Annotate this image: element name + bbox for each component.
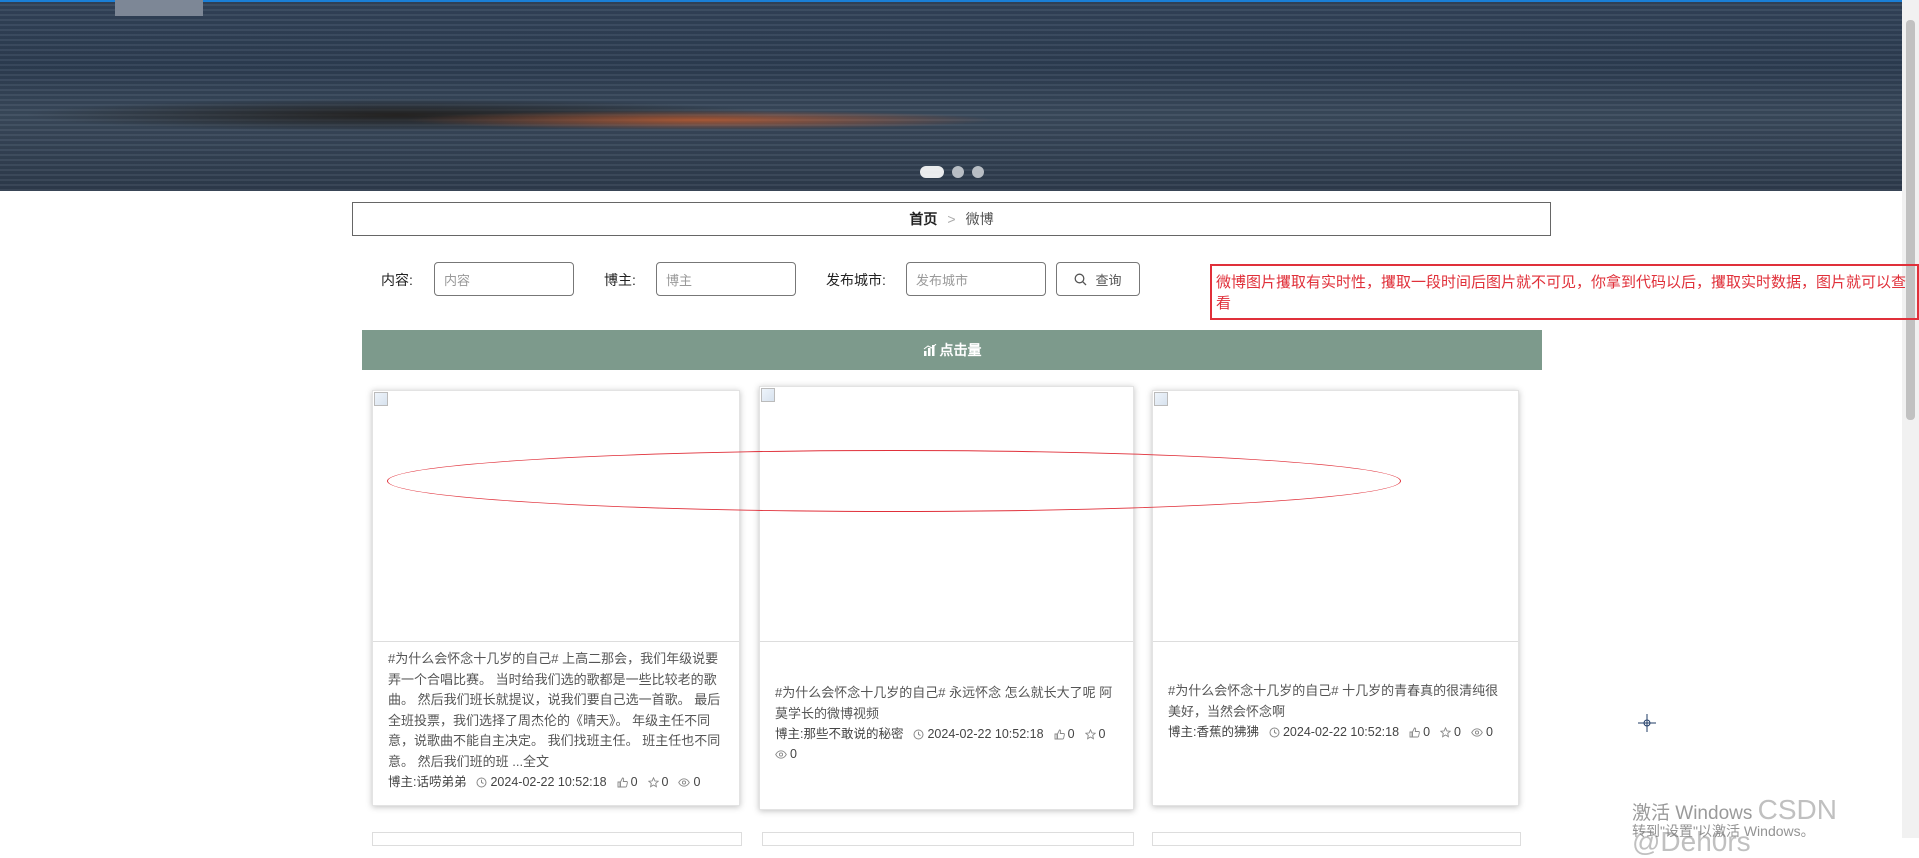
next-row-card[interactable] bbox=[372, 832, 742, 846]
card-time: 2024-02-22 10:52:18 bbox=[490, 775, 607, 789]
weibo-card[interactable]: #为什么会怀念十几岁的自己# 十几岁的青春真的很清纯很美好，当然会怀念啊 博主:… bbox=[1152, 390, 1519, 806]
search-icon bbox=[1075, 273, 1087, 285]
search-button[interactable]: 查询 bbox=[1056, 262, 1140, 296]
carousel-dot-3[interactable] bbox=[972, 166, 984, 178]
star-icon[interactable] bbox=[1084, 728, 1096, 740]
star-icon[interactable] bbox=[1440, 726, 1452, 738]
card-views: 0 bbox=[693, 775, 701, 789]
card-image[interactable] bbox=[1153, 391, 1518, 642]
card-text[interactable]: #为什么会怀念十几岁的自己# 十几岁的青春真的很清纯很美好，当然会怀念啊 bbox=[1168, 681, 1504, 722]
breadcrumb: 首页 > 微博 bbox=[352, 202, 1551, 236]
card-author[interactable]: 博主:香蕉的狒狒 bbox=[1168, 722, 1259, 742]
annotation-note: 微博图片攫取有实时性，攫取一段时间后图片就不可见，你拿到代码以后，攫取实时数据，… bbox=[1210, 264, 1919, 320]
breadcrumb-separator: > bbox=[947, 211, 956, 227]
card-favs: 0 bbox=[1098, 727, 1106, 741]
top-accent-line bbox=[0, 0, 1902, 2]
card-meta: 博主:香蕉的狒狒 2024-02-22 10:52:18 0 0 0 bbox=[1168, 722, 1504, 742]
chart-icon bbox=[923, 344, 936, 356]
card-author[interactable]: 博主:话唠弟弟 bbox=[388, 772, 466, 792]
card-favs: 0 bbox=[1454, 725, 1461, 739]
windows-activation-subtext: 转到"设置"以激活 Windows。 bbox=[1632, 823, 1815, 839]
card-text[interactable]: #为什么会怀念十几岁的自己# 永远怀念 怎么就长大了呢 阿莫学长的微博视频 bbox=[775, 683, 1119, 724]
carousel-indicators bbox=[920, 166, 984, 178]
card-image[interactable] bbox=[760, 387, 1133, 642]
card-views: 0 bbox=[1485, 725, 1493, 739]
clock-icon bbox=[913, 729, 924, 739]
card-image[interactable] bbox=[373, 391, 739, 642]
broken-image-icon bbox=[1154, 392, 1168, 406]
eye-icon bbox=[775, 749, 787, 759]
clock-icon bbox=[1269, 727, 1280, 737]
content-search-input[interactable]: 内容 bbox=[434, 262, 574, 296]
broken-image-icon bbox=[374, 392, 388, 406]
scrollbar-thumb[interactable] bbox=[1906, 20, 1915, 420]
card-body: #为什么会怀念十几岁的自己# 上高二那会，我们年级说要弄一个合唱比赛。 当时给我… bbox=[388, 649, 725, 792]
thumbs-up-icon[interactable] bbox=[617, 777, 628, 788]
card-favs: 0 bbox=[661, 775, 669, 789]
eye-icon bbox=[678, 777, 691, 787]
eye-icon bbox=[1471, 727, 1483, 737]
card-likes: 0 bbox=[630, 775, 638, 789]
card-time: 2024-02-22 10:52:18 bbox=[1282, 725, 1400, 739]
card-views: 0 bbox=[790, 747, 797, 761]
clock-icon bbox=[476, 777, 487, 787]
blogger-search-input[interactable]: 博主 bbox=[656, 262, 796, 296]
weibo-card[interactable]: #为什么会怀念十几岁的自己# 上高二那会，我们年级说要弄一个合唱比赛。 当时给我… bbox=[372, 390, 740, 806]
thumbs-up-icon[interactable] bbox=[1409, 727, 1420, 738]
card-likes: 0 bbox=[1423, 725, 1431, 739]
next-row-card[interactable] bbox=[762, 832, 1134, 846]
nav-tab-highlight bbox=[115, 0, 203, 16]
broken-image-icon bbox=[761, 388, 775, 402]
next-row-card[interactable] bbox=[1152, 832, 1521, 846]
blogger-filter-label: 博主: bbox=[604, 272, 636, 288]
card-likes: 0 bbox=[1067, 727, 1075, 741]
card-text[interactable]: #为什么会怀念十几岁的自己# 上高二那会，我们年级说要弄一个合唱比赛。 当时给我… bbox=[388, 649, 725, 772]
crosshair-icon bbox=[1638, 714, 1656, 732]
card-meta: 博主:那些不敢说的秘密 2024-02-22 10:52:18 0 0 0 bbox=[775, 724, 1119, 764]
thumbs-up-icon[interactable] bbox=[1054, 729, 1065, 740]
breadcrumb-home-link[interactable]: 首页 bbox=[909, 209, 937, 229]
carousel-dot-2[interactable] bbox=[952, 166, 964, 178]
page-scrollbar[interactable] bbox=[1902, 0, 1919, 838]
weibo-card[interactable]: #为什么会怀念十几岁的自己# 永远怀念 怎么就长大了呢 阿莫学长的微博视频 博主… bbox=[759, 386, 1134, 810]
carousel-dot-1[interactable] bbox=[920, 166, 944, 178]
card-author[interactable]: 博主:那些不敢说的秘密 bbox=[775, 724, 903, 744]
card-meta: 博主:话唠弟弟 2024-02-22 10:52:18 0 0 0 bbox=[388, 772, 725, 792]
card-body: #为什么会怀念十几岁的自己# 十几岁的青春真的很清纯很美好，当然会怀念啊 博主:… bbox=[1168, 681, 1504, 742]
city-search-input[interactable]: 发布城市 bbox=[906, 262, 1046, 296]
click-count-label: 点击量 bbox=[939, 342, 982, 358]
city-filter-label: 发布城市: bbox=[826, 272, 886, 288]
content-filter-label: 内容: bbox=[381, 272, 413, 288]
click-count-sort-button[interactable]: 点击量 bbox=[362, 330, 1542, 370]
card-time: 2024-02-22 10:52:18 bbox=[927, 727, 1044, 741]
star-icon[interactable] bbox=[647, 776, 659, 788]
card-body: #为什么会怀念十几岁的自己# 永远怀念 怎么就长大了呢 阿莫学长的微博视频 博主… bbox=[775, 683, 1119, 764]
banner-carousel[interactable] bbox=[0, 0, 1902, 191]
search-button-label: 查询 bbox=[1095, 272, 1122, 288]
breadcrumb-current: 微博 bbox=[965, 211, 994, 227]
